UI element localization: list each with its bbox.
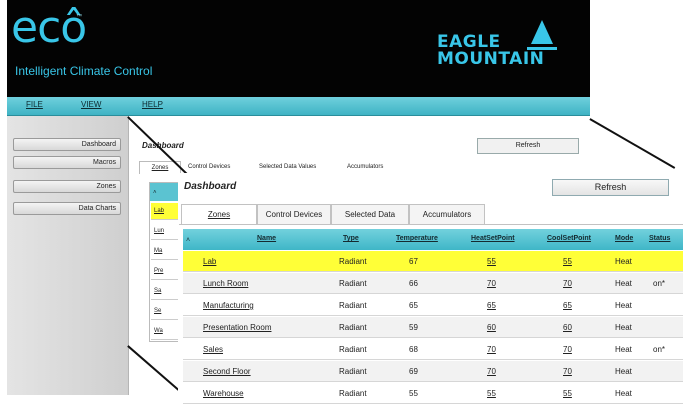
cell-status: on* xyxy=(653,345,666,354)
trademark-mark: ™ xyxy=(76,14,82,20)
cell-heatsetpoint[interactable]: 70 xyxy=(487,345,496,354)
cell-mode: Heat xyxy=(615,323,632,332)
table-row[interactable]: Presentation Room Radiant 59 60 60 Heat xyxy=(183,317,683,338)
cell-heatsetpoint[interactable]: 65 xyxy=(487,301,496,310)
cell-temperature: 67 xyxy=(409,257,418,266)
sidebar-item-macros[interactable]: Macros xyxy=(13,156,121,169)
menu-bar: FILE VIEW HELP xyxy=(7,97,590,116)
table-row[interactable]: Manufacturing Radiant 65 65 65 Heat xyxy=(183,295,683,316)
table-header: ˄ Name Type Temperature HeatSetPoint Coo… xyxy=(183,229,683,250)
cell-mode: Heat xyxy=(615,279,632,288)
tab-control-devices[interactable]: Control Devices xyxy=(257,204,331,224)
cell-coolsetpoint[interactable]: 70 xyxy=(563,345,572,354)
cell-temperature: 68 xyxy=(409,345,418,354)
cell-name[interactable]: Sales xyxy=(203,345,223,354)
table-row[interactable]: Second Floor Radiant 69 70 70 Heat xyxy=(183,361,683,382)
bg-tab-selected-data-values[interactable]: Selected Data Values xyxy=(259,161,316,173)
col-heatsetpoint[interactable]: HeatSetPoint xyxy=(471,235,515,242)
cell-mode: Heat xyxy=(615,389,632,398)
eagle-mountain-logo: EAGLE MOUNTAIN xyxy=(437,20,567,74)
col-type[interactable]: Type xyxy=(343,235,359,242)
tab-selected-data-values[interactable]: Selected Data Values xyxy=(331,204,409,239)
cell-temperature: 59 xyxy=(409,323,418,332)
cell-type: Radiant xyxy=(339,367,367,376)
col-name[interactable]: Name xyxy=(257,235,276,242)
cell-coolsetpoint[interactable]: 60 xyxy=(563,323,572,332)
tab-divider xyxy=(179,224,683,225)
cell-name[interactable]: Lab xyxy=(203,257,216,266)
zoom-guide-line-top-right xyxy=(589,118,676,169)
cell-coolsetpoint[interactable]: 55 xyxy=(563,257,572,266)
menu-help[interactable]: HELP xyxy=(142,100,163,109)
table-row[interactable]: Sales Radiant 68 70 70 Heat on* xyxy=(183,339,683,360)
mountain-icon xyxy=(531,20,553,44)
cell-name[interactable]: Manufacturing xyxy=(203,301,254,310)
dashboard-panel: Dashboard Refresh Zones Control Devices … xyxy=(178,173,683,407)
sidebar-item-dashboard[interactable]: Dashboard xyxy=(13,138,121,151)
cell-type: Radiant xyxy=(339,279,367,288)
sidebar-item-zones[interactable]: Zones xyxy=(13,180,121,193)
cell-temperature: 55 xyxy=(409,389,418,398)
cell-heatsetpoint[interactable]: 55 xyxy=(487,389,496,398)
cell-coolsetpoint[interactable]: 70 xyxy=(563,279,572,288)
brand-line-2: MOUNTAIN xyxy=(437,49,545,69)
eco-logo: ecô xyxy=(11,2,87,53)
cell-temperature: 69 xyxy=(409,367,418,376)
col-coolsetpoint[interactable]: CoolSetPoint xyxy=(547,235,591,242)
cell-name[interactable]: Presentation Room xyxy=(203,323,271,332)
bg-sort-icon: ˄ xyxy=(153,190,157,196)
cell-name[interactable]: Lunch Room xyxy=(203,279,248,288)
cell-temperature: 66 xyxy=(409,279,418,288)
cell-type: Radiant xyxy=(339,257,367,266)
cell-coolsetpoint[interactable]: 65 xyxy=(563,301,572,310)
col-status[interactable]: Status xyxy=(649,235,670,242)
cell-heatsetpoint[interactable]: 70 xyxy=(487,279,496,288)
cell-coolsetpoint[interactable]: 70 xyxy=(563,367,572,376)
cell-mode: Heat xyxy=(615,345,632,354)
cell-name[interactable]: Warehouse xyxy=(203,389,244,398)
cell-heatsetpoint[interactable]: 70 xyxy=(487,367,496,376)
cell-mode: Heat xyxy=(615,257,632,266)
sort-icon[interactable]: ˄ xyxy=(186,237,190,244)
tagline: Intelligent Climate Control xyxy=(15,64,153,78)
tab-zones[interactable]: Zones xyxy=(181,204,257,224)
app-header: ecô ™ Intelligent Climate Control EAGLE … xyxy=(7,0,590,97)
cell-type: Radiant xyxy=(339,389,367,398)
cell-heatsetpoint[interactable]: 55 xyxy=(487,257,496,266)
tab-accumulators[interactable]: Accumulators xyxy=(409,204,485,224)
cell-type: Radiant xyxy=(339,301,367,310)
cell-mode: Heat xyxy=(615,367,632,376)
table-row[interactable]: Warehouse Radiant 55 55 55 Heat xyxy=(183,383,683,404)
mountain-base-icon xyxy=(527,47,557,50)
bg-refresh-button[interactable]: Refresh xyxy=(477,138,579,154)
col-mode[interactable]: Mode xyxy=(615,235,633,242)
cell-mode: Heat xyxy=(615,301,632,310)
col-temperature[interactable]: Temperature xyxy=(396,235,438,242)
cell-heatsetpoint[interactable]: 60 xyxy=(487,323,496,332)
cell-name[interactable]: Second Floor xyxy=(203,367,251,376)
cell-type: Radiant xyxy=(339,323,367,332)
cell-status: on* xyxy=(653,279,666,288)
menu-view[interactable]: VIEW xyxy=(81,100,101,109)
table-row[interactable]: Lab Radiant 67 55 55 Heat xyxy=(183,251,683,272)
bg-tab-accumulators[interactable]: Accumulators xyxy=(347,161,383,173)
bg-tab-control-devices[interactable]: Control Devices xyxy=(188,161,230,173)
cell-temperature: 65 xyxy=(409,301,418,310)
cell-type: Radiant xyxy=(339,345,367,354)
sidebar-item-data-charts[interactable]: Data Charts xyxy=(13,202,121,215)
table-row[interactable]: Lunch Room Radiant 66 70 70 Heat on* xyxy=(183,273,683,294)
cell-coolsetpoint[interactable]: 55 xyxy=(563,389,572,398)
menu-file[interactable]: FILE xyxy=(26,100,43,109)
page-title: Dashboard xyxy=(184,181,237,192)
sidebar: Dashboard Macros Zones Data Charts xyxy=(7,116,129,395)
refresh-button[interactable]: Refresh xyxy=(552,179,669,196)
